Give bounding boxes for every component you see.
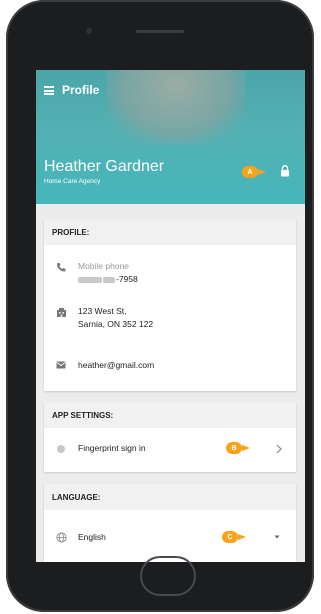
- redacted-digits: [103, 276, 115, 283]
- user-organization: Home Care Agency: [44, 178, 101, 185]
- building-icon: [57, 308, 66, 317]
- home-button[interactable]: [140, 556, 196, 596]
- app-screen: Profile Heather Gardner Home Care Agency…: [36, 70, 305, 562]
- earpiece-speaker: [136, 30, 184, 33]
- phone-icon: [57, 263, 66, 272]
- marker-label: A: [247, 168, 253, 176]
- address-line2: Sarnia, ON 352 122: [78, 319, 154, 329]
- app-settings-section-title: APP SETTINGS:: [44, 402, 296, 428]
- phone-number: -7958: [116, 274, 138, 284]
- front-camera: [86, 28, 92, 34]
- marker-label: C: [227, 533, 233, 541]
- phone-frame: Profile Heather Gardner Home Care Agency…: [6, 0, 314, 612]
- menu-icon[interactable]: [44, 86, 54, 95]
- user-name: Heather Gardner: [44, 158, 165, 175]
- chevron-right-icon[interactable]: [276, 444, 282, 454]
- globe-icon: [56, 532, 67, 543]
- marker-label: B: [231, 444, 237, 452]
- chevron-down-icon[interactable]: [274, 535, 280, 539]
- annotation-marker-c: C: [222, 531, 246, 543]
- email-address[interactable]: heather@gmail.com: [78, 360, 154, 370]
- language-section-title: LANGUAGE:: [44, 484, 296, 510]
- phone-value[interactable]: -7958: [78, 274, 138, 284]
- lock-icon[interactable]: [280, 165, 290, 177]
- profile-header: Profile Heather Gardner Home Care Agency…: [36, 70, 305, 204]
- fingerprint-label: Fingerprint sign in: [78, 443, 146, 453]
- language-selected: English: [78, 532, 106, 542]
- address-line1: 123 West St,: [78, 306, 127, 316]
- fingerprint-row[interactable]: Fingerprint sign in B: [44, 428, 296, 472]
- profile-section-title: PROFILE:: [44, 219, 296, 245]
- phone-label: Mobile phone: [78, 261, 130, 271]
- profile-card: PROFILE: Mobile phone -7958 123 West St,…: [44, 219, 296, 391]
- language-card: LANGUAGE: English C: [44, 484, 296, 562]
- fingerprint-icon: [57, 445, 65, 453]
- annotation-marker-a: A: [242, 166, 266, 178]
- redacted-digits: [78, 276, 102, 283]
- page-title: Profile: [62, 83, 100, 97]
- app-settings-card: APP SETTINGS: Fingerprint sign in B: [44, 402, 296, 472]
- language-select[interactable]: English C: [44, 510, 296, 562]
- profile-cover-photo: [106, 70, 246, 145]
- annotation-marker-b: B: [226, 442, 250, 454]
- email-icon: [56, 361, 66, 369]
